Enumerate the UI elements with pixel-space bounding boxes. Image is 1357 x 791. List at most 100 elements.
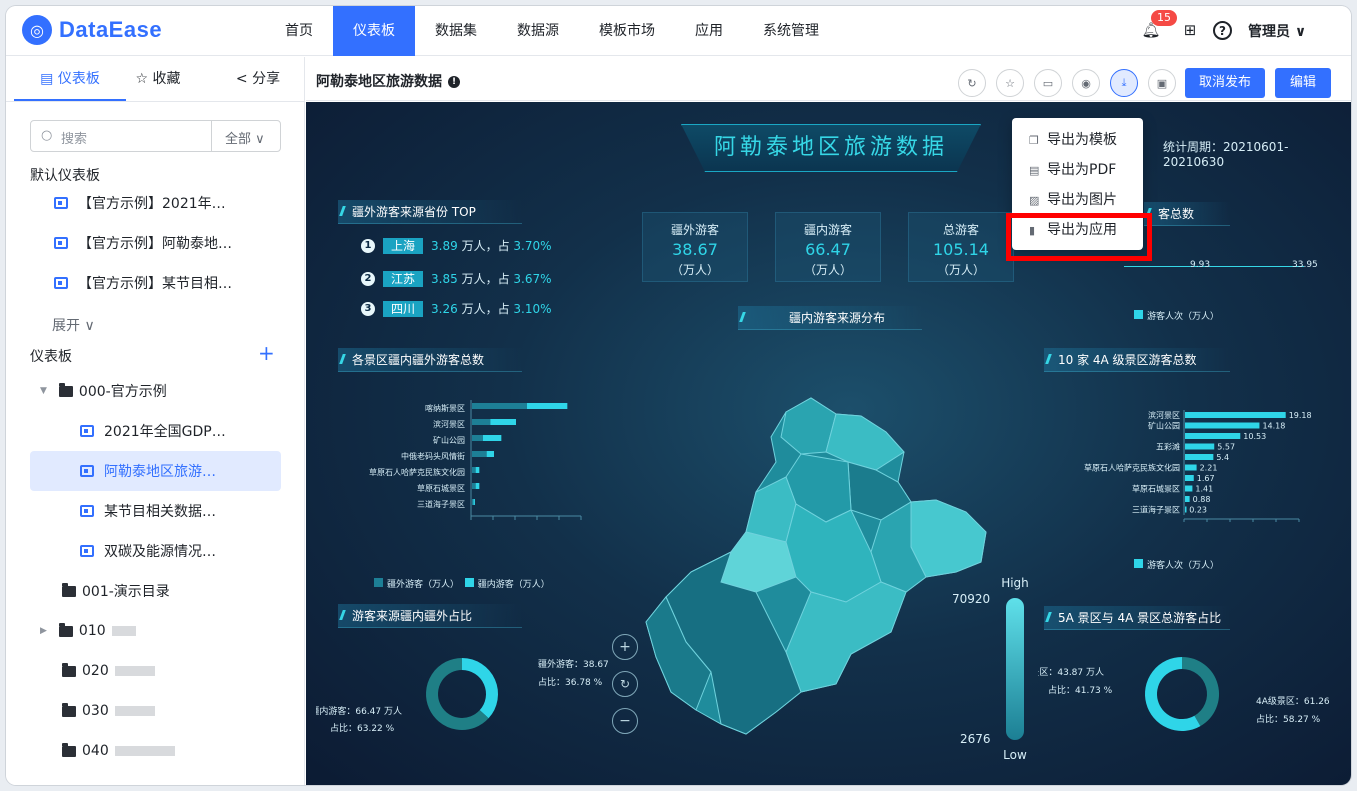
scale-min-value: 2676 bbox=[960, 732, 991, 746]
top-provinces-title: 疆外游客来源省份 TOP bbox=[338, 200, 522, 224]
help-icon[interactable]: ? bbox=[1213, 21, 1232, 40]
tab-share[interactable]: < 分享 bbox=[218, 57, 298, 101]
scale-bar[interactable] bbox=[1006, 598, 1024, 740]
kpi-outer: 疆外游客 38.67 （万人） bbox=[642, 212, 748, 282]
right-top-title: 客总数 bbox=[1144, 202, 1230, 226]
export-template-item[interactable]: ❐ 导出为模板 bbox=[1012, 125, 1143, 155]
folder-040[interactable]: 040 bbox=[30, 731, 281, 771]
export-image-item[interactable]: ▨ 导出为图片 bbox=[1012, 185, 1143, 215]
data-label: 2.21 bbox=[1200, 464, 1218, 473]
default-item-show[interactable]: 【官方示例】某节目相… bbox=[30, 263, 281, 303]
image-icon: ▨ bbox=[1029, 194, 1040, 207]
scenic-title: 各景区疆内疆外游客总数 bbox=[338, 348, 522, 372]
star-icon[interactable]: ☆ bbox=[996, 69, 1024, 97]
download-icon[interactable]: ⤓ bbox=[1110, 69, 1138, 97]
default-item-gdp[interactable]: 【官方示例】2021年… bbox=[30, 183, 281, 223]
folder-010[interactable]: ▶ 010 bbox=[30, 611, 281, 651]
bar-outer bbox=[472, 499, 474, 505]
category-label: 三道海子景区 bbox=[1132, 505, 1180, 515]
nav-dashboard[interactable]: 仪表板 bbox=[333, 6, 415, 56]
nav-system[interactable]: 系统管理 bbox=[752, 6, 830, 56]
user-menu[interactable]: 管理员 ∨ bbox=[1248, 21, 1306, 41]
redacted-text bbox=[114, 746, 175, 756]
category-label: 三道海子景区 bbox=[417, 499, 465, 509]
app-window: ◎ DataEase 首页 仪表板 数据集 数据源 模板市场 应用 系统管理 🔔… bbox=[6, 6, 1351, 785]
data-label: 1.67 bbox=[1197, 474, 1215, 483]
data-label: 5.57 bbox=[1217, 443, 1235, 452]
nav-template-market[interactable]: 模板市场 bbox=[588, 6, 666, 56]
nav-application[interactable]: 应用 bbox=[684, 6, 734, 56]
default-item-altay[interactable]: 【官方示例】阿勒泰地… bbox=[30, 223, 281, 263]
add-button[interactable]: + bbox=[258, 341, 275, 365]
bar-outer bbox=[472, 403, 527, 409]
language-icon[interactable]: ⊞ bbox=[1180, 20, 1200, 40]
app-name: DataEase bbox=[59, 17, 163, 42]
bar-inner bbox=[486, 451, 494, 457]
bar-inner bbox=[483, 435, 502, 441]
r2-right-pct: 占比：58.27 % bbox=[1256, 715, 1321, 725]
refresh-icon[interactable]: ↻ bbox=[958, 69, 986, 97]
a4-title: 10 家 4A 级景区游客总数 bbox=[1044, 348, 1230, 372]
search-box[interactable]: ○ 搜索 全部 ∨ bbox=[30, 120, 281, 152]
copy-icon: ❐ bbox=[1029, 134, 1039, 147]
edit-button[interactable]: 编辑 bbox=[1275, 68, 1331, 98]
dashboard-canvas: 阿勒泰地区旅游数据 统计周期：20210601-20210630 疆外游客来源省… bbox=[306, 102, 1351, 785]
bar-outer bbox=[472, 451, 487, 457]
category-label: 草原石城景区 bbox=[1132, 484, 1180, 494]
app-logo[interactable]: ◎ DataEase bbox=[22, 15, 162, 45]
scale-max-value: 70920 bbox=[952, 592, 991, 606]
category-label: 草原石人哈萨克民族文化园 bbox=[369, 467, 465, 477]
zoom-out-button[interactable]: − bbox=[612, 708, 638, 734]
search-input[interactable]: 搜索 bbox=[61, 128, 87, 147]
dashboard-title: 阿勒泰地区旅游数据! bbox=[316, 71, 460, 91]
share-icon: < bbox=[235, 71, 253, 87]
data-label: 10.53 bbox=[1243, 432, 1266, 441]
folder-020[interactable]: 020 bbox=[30, 651, 281, 691]
folder-030[interactable]: 030 bbox=[30, 691, 281, 731]
bar bbox=[1185, 433, 1241, 439]
data-label: 5.4 bbox=[1216, 453, 1229, 462]
bar bbox=[1185, 454, 1214, 460]
bar bbox=[1185, 496, 1190, 502]
dashboard-toolbar: 阿勒泰地区旅游数据! ↻ ☆ ▭ ◉ ⤓ ▣ 取消发布 编辑 bbox=[306, 57, 1351, 101]
ratio2-title: 5A 景区与 4A 景区总游客占比 bbox=[1044, 606, 1230, 630]
folder0-item-carbon[interactable]: 双碳及能源情况… bbox=[30, 531, 281, 571]
kpi-inner: 疆内游客 66.47 （万人） bbox=[775, 212, 881, 282]
search-icon: ○ bbox=[41, 128, 53, 143]
divider bbox=[6, 101, 305, 102]
tab-dashboard[interactable]: ▤ 仪表板 bbox=[14, 57, 126, 101]
pdf-icon: ▤ bbox=[1029, 164, 1040, 177]
ratio-outer-label: 疆外游客：38.67 bbox=[538, 660, 609, 670]
folder-001[interactable]: 001-演示目录 bbox=[30, 571, 281, 611]
info-icon[interactable]: ! bbox=[448, 76, 460, 88]
preview-icon[interactable]: ◉ bbox=[1072, 69, 1100, 97]
pie-slice bbox=[1145, 657, 1201, 731]
r2-left-label: 5A景区：43.87 万人 bbox=[1038, 668, 1104, 678]
nav-dataset[interactable]: 数据集 bbox=[424, 6, 488, 56]
zoom-in-button[interactable]: + bbox=[612, 634, 638, 660]
search-scope-select[interactable]: 全部 ∨ bbox=[225, 128, 265, 147]
scale-low-label: Low bbox=[1003, 748, 1027, 762]
reset-map-icon[interactable]: ↻ bbox=[612, 671, 638, 697]
category-label: 矿山公园 bbox=[433, 435, 465, 445]
nav-datasource[interactable]: 数据源 bbox=[506, 6, 570, 56]
data-label: 0.88 bbox=[1193, 495, 1211, 504]
present-icon[interactable]: ▭ bbox=[1034, 69, 1062, 97]
r2-left-pct: 占比：41.73 % bbox=[1048, 686, 1113, 696]
right-top-value: 9.93 bbox=[1190, 260, 1211, 270]
folder0-item-gdp[interactable]: 2021年全国GDP… bbox=[30, 411, 281, 451]
tab-favorites[interactable]: ☆ 收藏 bbox=[118, 57, 198, 101]
expand-toggle[interactable]: 展开 ∨ bbox=[52, 315, 95, 335]
top-header: ◎ DataEase 首页 仪表板 数据集 数据源 模板市场 应用 系统管理 🔔… bbox=[6, 6, 1351, 56]
star-icon: ☆ bbox=[135, 71, 153, 87]
pie-slice bbox=[461, 658, 498, 719]
xinjiang-map bbox=[645, 397, 987, 735]
unpublish-button[interactable]: 取消发布 bbox=[1185, 68, 1265, 98]
dashboard-icon bbox=[54, 197, 68, 209]
folder-move-icon[interactable]: ▣ bbox=[1148, 69, 1176, 97]
nav-home[interactable]: 首页 bbox=[274, 6, 324, 56]
folder0-item-altay[interactable]: 阿勒泰地区旅游… bbox=[30, 451, 281, 491]
folder0-item-show[interactable]: 某节目相关数据… bbox=[30, 491, 281, 531]
export-pdf-item[interactable]: ▤ 导出为PDF bbox=[1012, 155, 1143, 185]
folder-000[interactable]: ▼ 000-官方示例 bbox=[30, 371, 281, 411]
